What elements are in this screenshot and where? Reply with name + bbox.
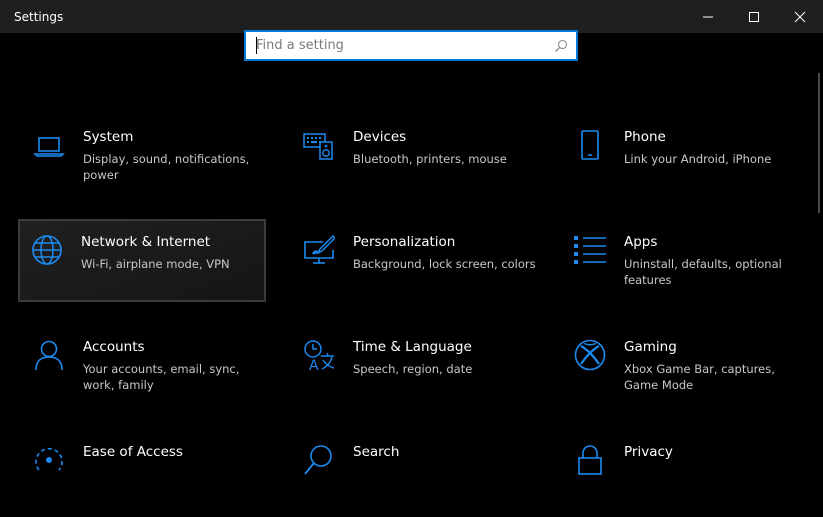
ease-of-access-icon — [35, 447, 63, 471]
category-name: Privacy — [624, 444, 673, 460]
search-category-icon — [304, 445, 332, 475]
window-title: Settings — [14, 10, 64, 24]
scrollbar[interactable] — [811, 33, 823, 462]
maximize-icon — [749, 11, 759, 22]
category-name: Search — [353, 444, 400, 460]
category-privacy[interactable]: Privacy — [561, 435, 809, 517]
paint-brush-monitor-icon — [304, 234, 335, 264]
maximize-button[interactable] — [731, 0, 777, 33]
category-name: Gaming — [624, 339, 677, 355]
text-caret — [256, 37, 257, 54]
category-description: Bluetooth, printers, mouse — [353, 152, 507, 166]
minimize-button[interactable] — [685, 0, 731, 33]
category-description: Background, lock screen, colors — [353, 257, 536, 271]
category-accounts[interactable]: Accounts Your accounts, email, sync, wor… — [20, 330, 268, 412]
category-time-language[interactable]: A Time & Language Speech, region, date — [290, 330, 538, 412]
category-name: Accounts — [83, 339, 145, 355]
category-name: Time & Language — [353, 339, 472, 355]
phone-icon — [581, 130, 599, 160]
search-input[interactable] — [256, 38, 546, 53]
category-name: Personalization — [353, 234, 456, 250]
category-devices[interactable]: Devices Bluetooth, printers, mouse — [290, 120, 538, 202]
person-icon — [35, 340, 63, 371]
category-name: Ease of Access — [83, 444, 183, 460]
category-name: Apps — [624, 234, 658, 250]
lock-icon — [578, 445, 602, 475]
close-icon — [794, 11, 806, 22]
category-description: Uninstall, defaults, optional features — [624, 257, 782, 287]
keyboard-speaker-icon — [303, 133, 333, 160]
category-name: Phone — [624, 129, 666, 145]
category-apps[interactable]: Apps Uninstall, defaults, optional featu… — [561, 225, 809, 307]
category-phone[interactable]: Phone Link your Android, iPhone — [561, 120, 809, 202]
category-system[interactable]: System Display, sound, notifications, po… — [20, 120, 268, 202]
category-description: Xbox Game Bar, captures, Game Mode — [624, 362, 775, 392]
svg-text:A: A — [309, 358, 319, 371]
category-name: Devices — [353, 129, 407, 145]
category-personalization[interactable]: Personalization Background, lock screen,… — [290, 225, 538, 307]
category-name: Network & Internet — [81, 234, 211, 250]
category-gaming[interactable]: Gaming Xbox Game Bar, captures, Game Mod… — [561, 330, 809, 412]
laptop-icon — [33, 137, 65, 157]
category-name: System — [83, 129, 134, 145]
xbox-icon — [574, 339, 606, 371]
globe-icon — [32, 235, 62, 265]
category-description: Speech, region, date — [353, 362, 473, 376]
category-search[interactable]: Search — [290, 435, 538, 517]
title-bar: Settings — [0, 0, 823, 33]
minimize-icon — [703, 16, 713, 17]
category-ease-of-access[interactable]: Ease of Access — [20, 435, 268, 517]
scrollbar-thumb[interactable] — [818, 73, 820, 213]
apps-list-icon — [574, 236, 606, 264]
category-description: Wi-Fi, airplane mode, VPN — [81, 257, 230, 271]
category-network-internet[interactable]: Network & Internet Wi-Fi, airplane mode,… — [18, 219, 266, 302]
category-description: Your accounts, email, sync, work, family — [83, 362, 240, 392]
time-language-icon: A — [304, 340, 335, 371]
search-box[interactable] — [244, 30, 578, 61]
close-button[interactable] — [777, 0, 823, 33]
category-description: Display, sound, notifications, power — [83, 152, 250, 182]
category-description: Link your Android, iPhone — [624, 152, 772, 166]
search-icon[interactable] — [554, 39, 568, 53]
